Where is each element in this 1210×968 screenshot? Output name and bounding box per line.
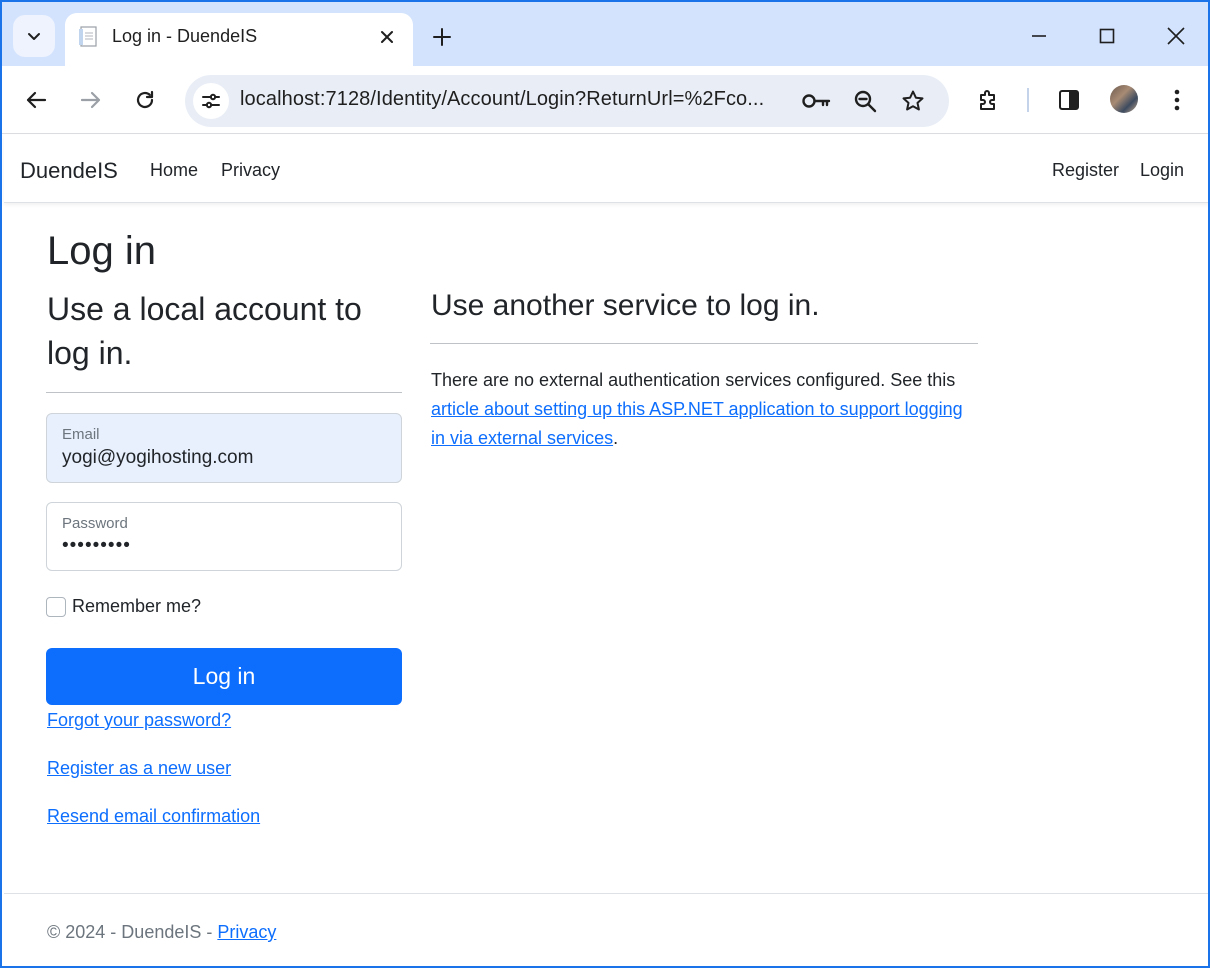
tab-close-button[interactable] <box>373 23 401 51</box>
nav-link-privacy[interactable]: Privacy <box>221 160 280 181</box>
footer-copyright: © 2024 - DuendeIS - <box>47 922 218 942</box>
nav-link-login[interactable]: Login <box>1140 160 1184 181</box>
star-icon <box>902 90 924 111</box>
external-login-text: There are no external authentication ser… <box>431 366 981 453</box>
forward-button[interactable] <box>71 80 111 120</box>
site-footer: © 2024 - DuendeIS - Privacy <box>4 893 1208 966</box>
divider <box>46 392 402 393</box>
external-text-before: There are no external authentication ser… <box>431 370 956 390</box>
email-input[interactable]: yogi@yogihosting.com <box>62 447 253 469</box>
profile-avatar[interactable] <box>1110 85 1138 113</box>
site-navbar: DuendeIS Home Privacy Register Login <box>4 135 1208 203</box>
remember-me-checkbox[interactable] <box>46 596 66 617</box>
arrow-left-icon <box>26 91 47 109</box>
menu-button[interactable] <box>1157 80 1197 120</box>
chevron-down-icon <box>28 33 40 40</box>
plus-icon <box>433 28 451 46</box>
url-text[interactable]: localhost:7128/Identity/Account/Login?Re… <box>240 88 764 111</box>
active-tab[interactable]: Log in - DuendeIS <box>65 13 413 66</box>
toolbar-separator <box>1027 88 1029 112</box>
address-bar[interactable]: localhost:7128/Identity/Account/Login?Re… <box>185 75 949 127</box>
minimize-icon <box>1032 35 1046 37</box>
extensions-button[interactable] <box>969 80 1009 120</box>
navbar-brand[interactable]: DuendeIS <box>20 158 118 184</box>
login-submit-button[interactable]: Log in <box>46 648 402 705</box>
remember-me[interactable]: Remember me? <box>46 596 201 617</box>
minimize-button[interactable] <box>1015 16 1063 56</box>
external-login-heading: Use another service to log in. <box>431 289 820 322</box>
close-window-button[interactable] <box>1152 16 1200 56</box>
tab-title: Log in - DuendeIS <box>112 26 258 46</box>
maximize-icon <box>1099 28 1115 44</box>
zoom-button[interactable] <box>849 85 881 117</box>
footer-text: © 2024 - DuendeIS - Privacy <box>47 922 276 943</box>
forgot-password-link[interactable]: Forgot your password? <box>47 710 231 731</box>
password-key-button[interactable] <box>800 85 832 117</box>
resend-confirmation-link[interactable]: Resend email confirmation <box>47 806 260 827</box>
register-new-user-link[interactable]: Register as a new user <box>47 758 231 779</box>
page-content: DuendeIS Home Privacy Register Login Log… <box>4 135 1208 966</box>
back-button[interactable] <box>16 80 56 120</box>
email-label: Email <box>62 426 100 443</box>
tab-search-button[interactable] <box>13 15 55 57</box>
tab-strip: Log in - DuendeIS <box>2 2 1208 66</box>
new-tab-button[interactable] <box>426 21 458 53</box>
divider <box>430 343 978 344</box>
remember-me-label[interactable]: Remember me? <box>72 596 201 617</box>
key-icon <box>802 94 831 108</box>
password-input[interactable]: ••••••••• <box>62 535 131 557</box>
browser-toolbar: localhost:7128/Identity/Account/Login?Re… <box>2 66 1208 134</box>
tune-icon <box>202 93 220 109</box>
nav-link-home[interactable]: Home <box>150 160 198 181</box>
maximize-button[interactable] <box>1083 16 1131 56</box>
browser-window: Log in - DuendeIS localhost:7128/Identit… <box>0 0 1210 968</box>
local-account-heading: Use a local account to log in. <box>47 291 362 371</box>
close-window-icon <box>1167 27 1185 45</box>
external-auth-article-link[interactable]: article about setting up this ASP.NET ap… <box>431 399 963 448</box>
side-panel-icon <box>1059 90 1079 110</box>
page-favicon-icon <box>79 26 97 47</box>
password-field[interactable]: Password ••••••••• <box>46 502 402 571</box>
more-vertical-icon <box>1174 89 1180 111</box>
zoom-out-icon <box>854 90 877 113</box>
side-panel-button[interactable] <box>1049 80 1089 120</box>
arrow-right-icon <box>80 91 101 109</box>
password-label: Password <box>62 515 128 532</box>
reload-button[interactable] <box>125 80 165 120</box>
reload-icon <box>136 90 154 109</box>
nav-link-register[interactable]: Register <box>1052 160 1119 181</box>
page-title: Log in <box>47 229 156 273</box>
email-field[interactable]: Email yogi@yogihosting.com <box>46 413 402 483</box>
bookmark-button[interactable] <box>897 85 929 117</box>
site-info-button[interactable] <box>193 83 229 119</box>
close-icon <box>381 31 393 43</box>
puzzle-icon <box>980 90 995 110</box>
footer-privacy-link[interactable]: Privacy <box>217 922 276 942</box>
external-text-after: . <box>613 428 619 448</box>
